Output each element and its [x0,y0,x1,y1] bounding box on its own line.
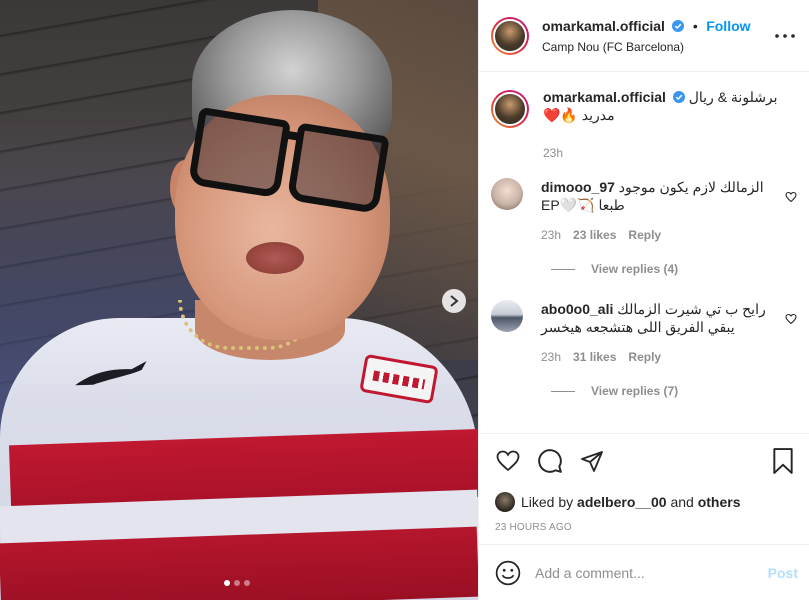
caption-text-line2: مدريد 🔥❤️ [543,107,615,123]
add-comment-bar: Post [479,544,809,600]
post-photo[interactable] [0,0,478,600]
caption-text-line1: برشلونة & ريال [688,89,778,105]
post-timestamp[interactable]: 23 HOURS AGO [495,522,794,533]
follow-button[interactable]: Follow [706,18,750,34]
liked-by-user[interactable]: adelbero__00 [577,494,667,510]
liker-avatar[interactable] [495,492,515,512]
comment-like-heart-icon[interactable] [785,190,797,208]
post-side-panel: omarkamal.official • Follow Camp Nou (FC… [478,0,809,600]
comment-username[interactable]: abo0o0_ali [541,301,613,317]
liked-by-prefix: Liked by [521,494,574,510]
view-replies-line [551,390,575,392]
share-icon[interactable] [579,449,605,473]
comment-likes[interactable]: 23 likes [573,226,616,244]
carousel-dot-active [224,580,230,586]
comment-avatar[interactable] [491,300,523,332]
comments-section: omarkamal.official برشلونة & ريال مدريد … [479,72,809,432]
comment-text-line2: يبقي الفريق اللى هتشجعه هيخسر [541,319,735,335]
reply-button[interactable]: Reply [628,226,661,244]
liked-by-others[interactable]: others [698,494,741,510]
post-actions: Liked by adelbero__00 and others 23 HOUR… [479,433,809,533]
verified-badge-icon [672,91,685,103]
post-container: omarkamal.official • Follow Camp Nou (FC… [0,0,809,600]
carousel-indicator [224,580,250,586]
comment-text-line1: الزمالك لازم يكون موجود [618,179,764,195]
comment-avatar[interactable] [491,178,523,210]
view-replies-line [551,268,575,270]
heart-icon[interactable] [495,449,521,473]
caption-username[interactable]: omarkamal.official [543,89,666,105]
comment-input[interactable] [535,564,768,581]
liked-by-connector: and [670,494,694,510]
comment-time[interactable]: 23h [541,348,561,366]
verified-badge-icon [672,19,685,32]
emoji-icon[interactable] [495,560,521,586]
next-arrow-icon[interactable] [442,289,466,313]
author-avatar[interactable] [491,16,529,55]
post-header: omarkamal.official • Follow Camp Nou (FC… [479,0,809,72]
post-comment-button[interactable]: Post [768,565,798,581]
caption: omarkamal.official برشلونة & ريال مدريد … [491,88,797,162]
comment-item: abo0o0_ali رايح ب تي شيرت الزمالك يبقي ا… [491,300,797,366]
view-replies-button[interactable]: View replies (7) [551,384,797,398]
header-separator: • [692,17,698,34]
caption-avatar[interactable] [491,90,529,128]
comment-like-heart-icon[interactable] [785,312,797,330]
likes-summary: Liked by adelbero__00 and others [495,492,794,512]
caption-time[interactable]: 23h [543,144,563,162]
view-replies-label: View replies (7) [591,384,679,398]
reply-button[interactable]: Reply [628,348,661,366]
location-link[interactable]: Camp Nou (FC Barcelona) [542,40,773,54]
comment-likes[interactable]: 31 likes [573,348,616,366]
comment-text-line1: رايح ب تي شيرت الزمالك [617,301,766,317]
comment-icon[interactable] [537,448,563,474]
comment-item: dimooo_97 الزمالك لازم يكون موجود طبعا 🏹… [491,178,797,244]
carousel-dot [234,580,240,586]
comment-text-line2: طبعا 🏹🤍EP [541,197,625,213]
author-username[interactable]: omarkamal.official [542,18,665,34]
bookmark-icon[interactable] [772,448,794,474]
more-options-icon[interactable] [773,24,797,48]
carousel-dot [244,580,250,586]
comment-time[interactable]: 23h [541,226,561,244]
view-replies-label: View replies (4) [591,262,679,276]
photo-lips [246,242,304,274]
comment-username[interactable]: dimooo_97 [541,179,615,195]
view-replies-button[interactable]: View replies (4) [551,262,797,276]
